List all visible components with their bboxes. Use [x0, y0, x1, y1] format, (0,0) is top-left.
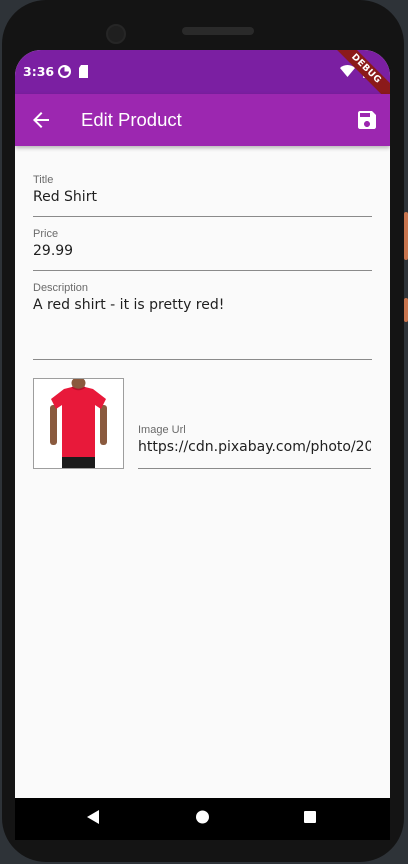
price-field-label: Price	[33, 228, 59, 240]
description-field-value[interactable]: A red shirt - it is pretty red!	[33, 297, 372, 313]
arrow-back-icon[interactable]	[29, 108, 53, 132]
price-field-underline	[33, 270, 372, 271]
page-title: Edit Product	[81, 109, 182, 130]
status-time: 3:36	[23, 64, 55, 79]
title-field-underline	[33, 216, 372, 217]
image-url-field-value[interactable]: https://cdn.pixabay.com/photo/2016/10/02…	[138, 439, 371, 455]
image-url-field-label: Image Url	[138, 424, 186, 436]
price-field-value[interactable]: 29.99	[33, 243, 372, 259]
app-screen: 3:36 DEBUG Edit Product Title Red Shirt	[15, 50, 390, 830]
image-url-field[interactable]: Image Url https://cdn.pixabay.com/photo/…	[138, 424, 371, 470]
status-bar: 3:36 DEBUG	[15, 50, 390, 110]
title-field-label: Title	[33, 174, 54, 186]
sd-card-icon	[79, 65, 88, 78]
description-field-underline	[33, 359, 372, 360]
description-field-label: Description	[33, 282, 89, 294]
image-url-field-underline	[138, 468, 371, 469]
product-image-preview	[33, 378, 124, 469]
volume-button	[404, 298, 408, 322]
home-circle-icon[interactable]	[195, 809, 210, 825]
red-shirt-image	[34, 379, 123, 468]
price-field[interactable]: Price 29.99	[33, 228, 372, 272]
system-nav-bar	[15, 798, 390, 840]
title-field[interactable]: Title Red Shirt	[33, 174, 372, 218]
data-saver-icon	[58, 65, 71, 78]
power-button	[404, 212, 408, 260]
recents-square-icon[interactable]	[303, 809, 317, 825]
back-triangle-icon[interactable]	[86, 809, 100, 825]
wifi-icon	[340, 65, 355, 77]
save-icon[interactable]	[355, 108, 379, 132]
description-field[interactable]: Description A red shirt - it is pretty r…	[33, 282, 372, 360]
front-camera	[106, 24, 126, 44]
title-field-value[interactable]: Red Shirt	[33, 189, 372, 205]
app-bar: Edit Product	[15, 94, 390, 146]
earpiece-speaker	[182, 27, 254, 35]
